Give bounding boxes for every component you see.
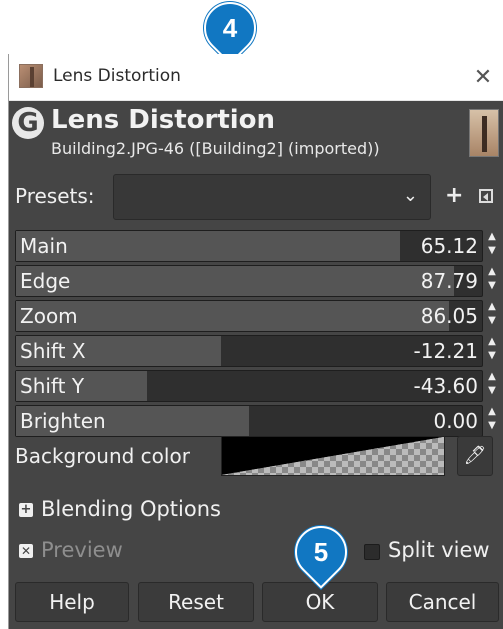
checkbox-checked-icon: ✕: [19, 544, 33, 558]
callout-number: 4: [222, 12, 238, 43]
cancel-button[interactable]: Cancel: [386, 582, 499, 622]
slider-edge[interactable]: Edge 87.79: [15, 265, 483, 297]
slider-label: Shift X: [20, 339, 86, 363]
background-color-label: Background color: [15, 444, 190, 468]
slider-value[interactable]: 65.12: [421, 234, 478, 258]
presets-dropdown[interactable]: ⌄: [113, 174, 431, 220]
blending-options-label: Blending Options: [41, 497, 221, 521]
split-view-label: Split view: [388, 538, 490, 562]
slider-value[interactable]: 87.79: [421, 269, 478, 293]
gimp-logo-icon: G: [12, 107, 44, 139]
slider-label: Edge: [20, 269, 71, 293]
spin-arrows-icon[interactable]: ▲ ▼: [485, 370, 499, 402]
image-preview-thumbnail: [469, 109, 499, 157]
slider-main[interactable]: Main 65.12: [15, 230, 483, 262]
slider-label: Zoom: [20, 304, 78, 328]
slider-label: Brighten: [20, 409, 106, 433]
callout-number: 5: [313, 537, 329, 567]
presets-menu-icon[interactable]: [479, 189, 493, 203]
add-preset-icon[interactable]: +: [445, 183, 463, 208]
slider-value[interactable]: -12.21: [414, 339, 478, 363]
color-picker-icon[interactable]: 🖊: [457, 436, 493, 476]
image-thumbnail-icon: [19, 64, 43, 88]
image-subtitle: Building2.JPG-46 ([Building2] (imported)…: [51, 139, 380, 158]
slider-zoom[interactable]: Zoom 86.05: [15, 300, 483, 332]
spin-arrows-icon[interactable]: ▲ ▼: [485, 300, 499, 332]
slider-value[interactable]: -43.60: [414, 374, 478, 398]
dialog-header: G Lens Distortion Building2.JPG-46 ([Bui…: [9, 101, 503, 165]
chevron-down-icon: ⌄: [402, 185, 418, 206]
help-button[interactable]: Help: [15, 582, 129, 622]
lens-distortion-dialog: Lens Distortion ✕ G Lens Distortion Buil…: [8, 54, 503, 629]
slider-fill: [16, 231, 401, 261]
preview-label: Preview: [41, 538, 123, 562]
presets-label: Presets:: [15, 184, 95, 208]
slider-shift-x[interactable]: Shift X -12.21: [15, 335, 483, 367]
spin-arrows-icon[interactable]: ▲ ▼: [485, 230, 499, 262]
slider-label: Shift Y: [20, 374, 85, 398]
title-bar[interactable]: Lens Distortion ✕: [9, 54, 503, 101]
expand-icon: +: [19, 502, 33, 517]
slider-shift-y[interactable]: Shift Y -43.60: [15, 370, 483, 402]
close-icon[interactable]: ✕: [469, 64, 497, 92]
reset-button[interactable]: Reset: [138, 582, 254, 622]
slider-value[interactable]: 86.05: [421, 304, 478, 328]
spin-arrows-icon[interactable]: ▲ ▼: [485, 405, 499, 437]
presets-row: Presets: ⌄ +: [9, 174, 503, 220]
spin-arrows-icon[interactable]: ▲ ▼: [485, 335, 499, 367]
checkbox-unchecked-icon: [364, 544, 380, 560]
filter-title: Lens Distortion: [51, 105, 276, 135]
background-color-row: Background color 🖊: [9, 436, 503, 476]
spin-arrows-icon[interactable]: ▲ ▼: [485, 265, 499, 297]
slider-brighten[interactable]: Brighten 0.00: [15, 405, 483, 437]
slider-fill: [16, 301, 450, 331]
background-color-swatch[interactable]: [221, 436, 445, 476]
slider-label: Main: [20, 234, 68, 258]
slider-fill: [16, 266, 454, 296]
window-title: Lens Distortion: [53, 66, 181, 86]
slider-value[interactable]: 0.00: [433, 409, 478, 433]
